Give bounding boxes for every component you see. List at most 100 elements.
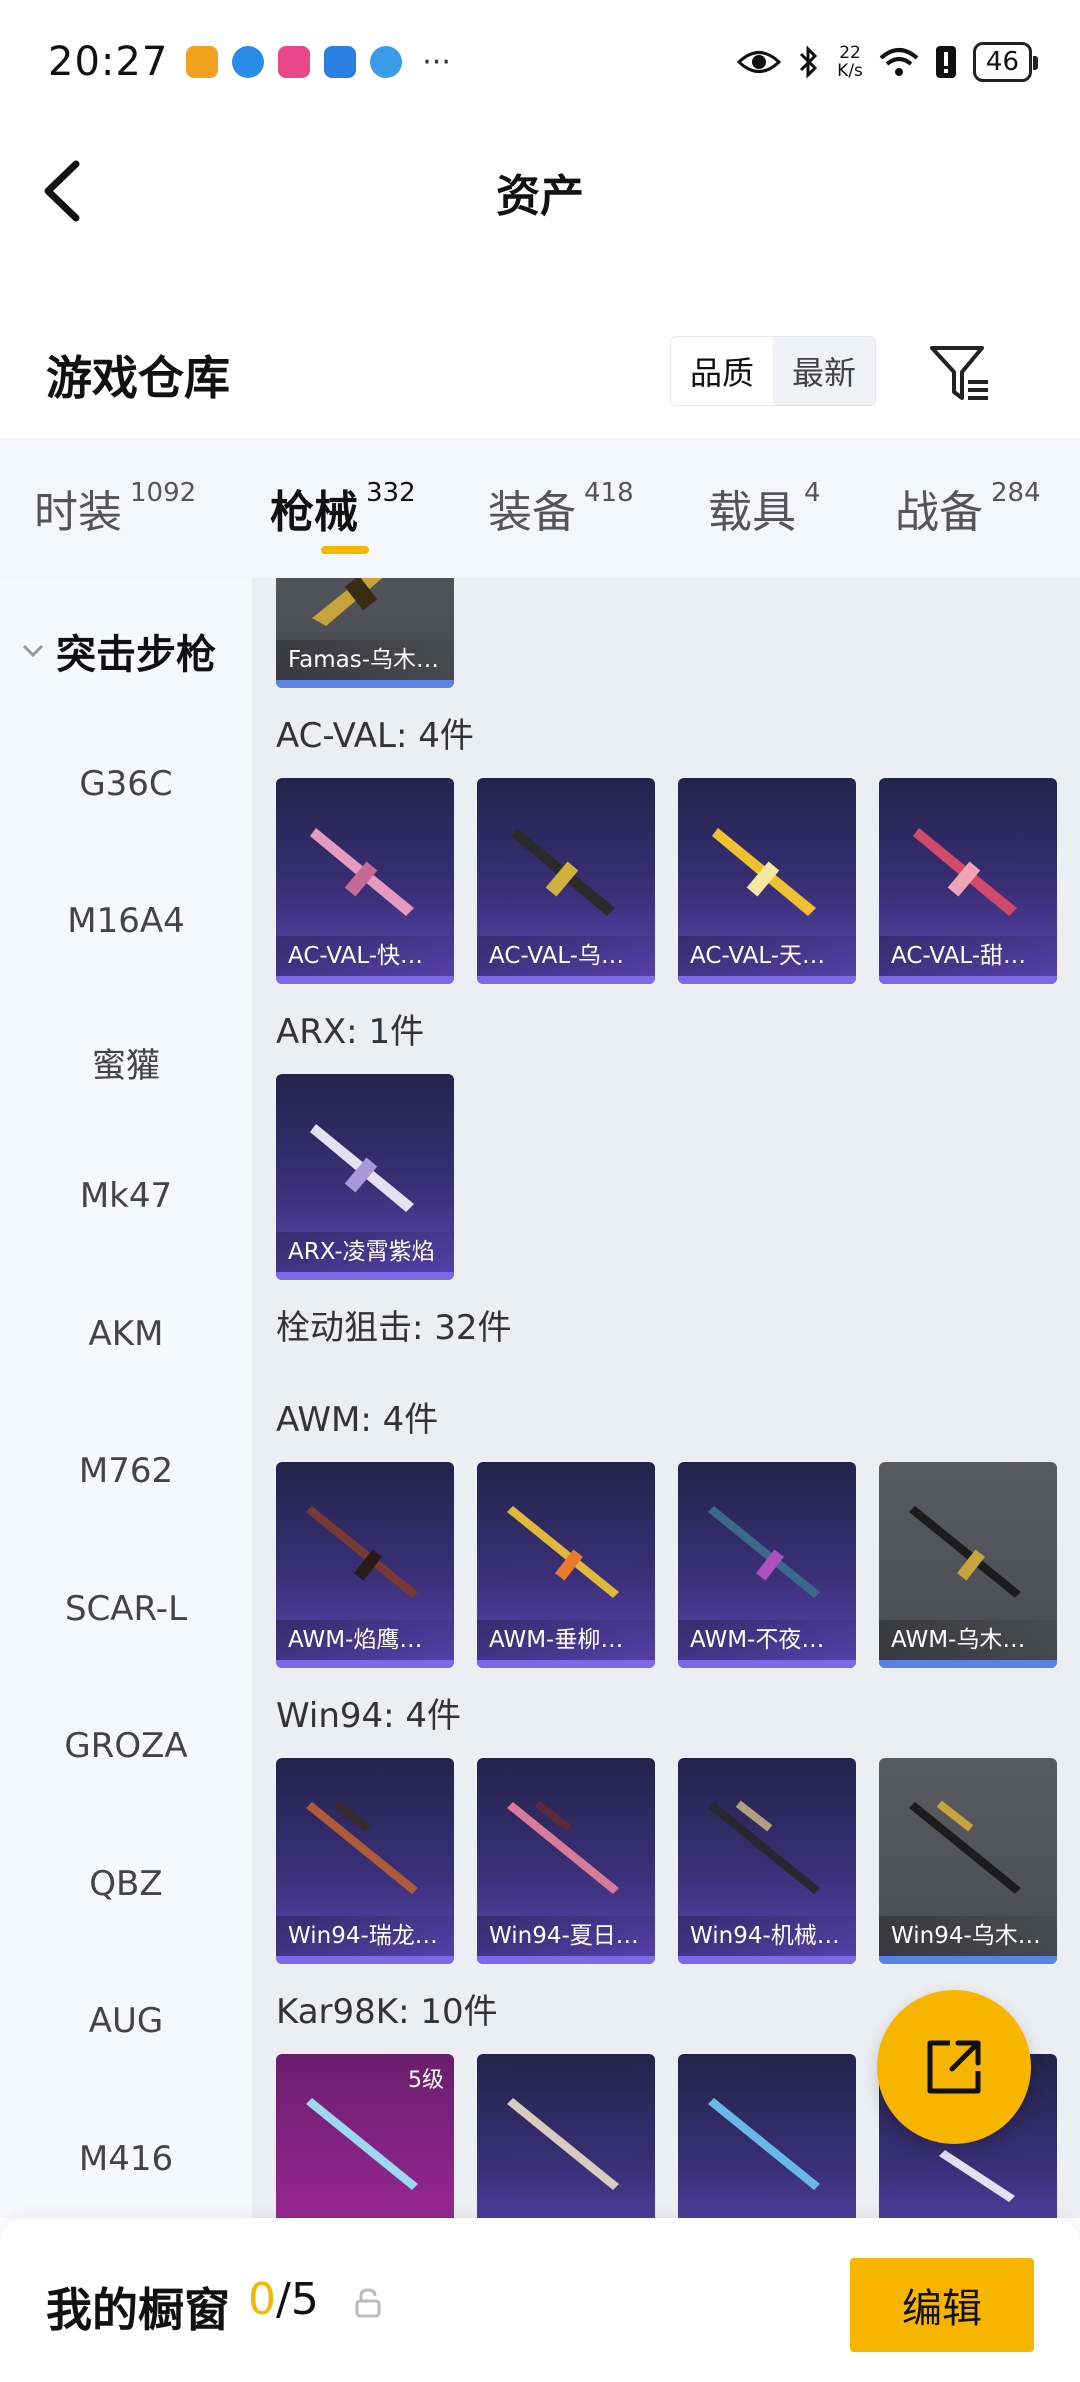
sidebar-item-m762[interactable]: M762 — [0, 1451, 252, 1491]
weapon-card[interactable]: Win94-瑞龙… — [276, 1758, 454, 1964]
group-label-bolt-action: 栓动狙击: 32件 — [276, 1308, 512, 1348]
weapon-card-name: AC-VAL-甜… — [879, 936, 1057, 976]
sidebar-item-qbz[interactable]: QBZ — [0, 1864, 252, 1904]
rifle-image — [708, 2098, 820, 2190]
tab-equipment[interactable]: 装备 418 — [488, 476, 634, 540]
weapon-card[interactable]: AC-VAL-天… — [678, 778, 856, 984]
sidebar-item-m416[interactable]: M416 — [0, 2139, 252, 2179]
sidebar-item-mk47[interactable]: Mk47 — [0, 1176, 252, 1216]
rifle-image — [507, 2098, 619, 2190]
rifle-image — [310, 828, 414, 916]
bluetooth-icon — [800, 45, 818, 79]
showcase-title: 我的橱窗 — [46, 2283, 230, 2337]
chevron-down-icon — [22, 644, 44, 658]
weapon-card[interactable] — [678, 2054, 856, 2218]
group-label-win94: Win94: 4件 — [276, 1696, 462, 1736]
weapon-card[interactable]: 5级 — [276, 2054, 454, 2218]
tab-vehicles[interactable]: 载具 4 — [708, 476, 821, 540]
status-bar: 20:27 ··· 22 K/s 46 — [0, 0, 1080, 124]
sidebar-item-m16a4[interactable]: M16A4 — [0, 901, 252, 941]
weapon-card[interactable]: ARX-凌霄紫焰 — [276, 1074, 454, 1280]
sort-newest-button[interactable]: 最新 — [773, 337, 875, 405]
weapon-card-name: Win94-机械… — [678, 1916, 856, 1956]
rifle-image — [306, 2098, 418, 2190]
weapon-card-name: Win94-乌木… — [879, 1916, 1057, 1956]
weapon-card-name: Famas-乌木… — [276, 640, 454, 680]
group-label-arx: ARX: 1件 — [276, 1012, 425, 1052]
showcase-bar: 我的橱窗 0/5 编辑 — [0, 2218, 1080, 2382]
alert-icon — [935, 46, 956, 78]
weapon-card-name: AWM-焰鹰… — [276, 1620, 454, 1660]
rifle-image — [712, 828, 816, 916]
tab-supplies[interactable]: 战备 284 — [895, 476, 1041, 540]
weapon-card-name: ARX-凌霄紫焰 — [276, 1232, 454, 1272]
rifle-image — [708, 1800, 820, 1894]
rifle-image — [306, 1800, 418, 1894]
sniper-image — [306, 1506, 418, 1598]
filter-icon[interactable] — [926, 340, 992, 406]
weapon-card[interactable]: AWM-焰鹰… — [276, 1462, 454, 1668]
sidebar-item-aug[interactable]: AUG — [0, 2001, 252, 2041]
weapon-card[interactable]: Win94-乌木… — [879, 1758, 1057, 1964]
lock-icon — [355, 2288, 381, 2318]
external-link-icon — [927, 2040, 981, 2094]
weapon-card-name: AC-VAL-快… — [276, 936, 454, 976]
sniper-image — [708, 1506, 820, 1598]
share-fab-button[interactable] — [877, 1990, 1031, 2144]
active-tab-indicator — [321, 546, 369, 554]
sidebar-item-scar-l[interactable]: SCAR-L — [0, 1589, 252, 1629]
sidebar-item-groza[interactable]: GROZA — [0, 1726, 252, 1766]
rifle-image — [312, 578, 383, 626]
tab-fashion[interactable]: 时装 1092 — [34, 476, 196, 540]
tab-guns[interactable]: 枪械 332 — [270, 476, 416, 540]
weapon-card[interactable]: Famas-乌木… — [276, 578, 454, 688]
group-label-ac-val: AC-VAL: 4件 — [276, 716, 474, 756]
weapon-card[interactable] — [477, 2054, 655, 2218]
weapon-card-name: Win94-夏日… — [477, 1916, 655, 1956]
notification-icons: ··· — [186, 45, 451, 80]
sort-quality-button[interactable]: 品质 — [671, 337, 773, 405]
showcase-count: 0/5 — [248, 2274, 319, 2325]
weapon-card[interactable]: AC-VAL-乌… — [477, 778, 655, 984]
weapon-card[interactable]: AWM-乌木… — [879, 1462, 1057, 1668]
page-title: 资产 — [496, 171, 584, 222]
weapon-card[interactable]: AC-VAL-快… — [276, 778, 454, 984]
sidebar-item-akm[interactable]: AKM — [0, 1314, 252, 1354]
more-notifications-icon: ··· — [422, 44, 451, 80]
browser-notification-icon — [232, 46, 265, 78]
sidebar-item-honey-badger[interactable]: 蜜獾 — [0, 1038, 252, 1087]
rifle-image — [909, 1800, 1021, 1894]
sidebar-item-g36c[interactable]: G36C — [0, 764, 252, 804]
weapon-type-sidebar: 突击步枪 G36C M16A4 蜜獾 Mk47 AKM M762 SCAR-L … — [0, 578, 252, 2218]
group-label-awm: AWM: 4件 — [276, 1400, 439, 1440]
sort-toggle: 品质 最新 — [670, 336, 876, 406]
weapon-card-name: Win94-瑞龙… — [276, 1916, 454, 1956]
sniper-image — [507, 1506, 619, 1598]
rifle-image — [511, 828, 615, 916]
weapon-card[interactable]: AC-VAL-甜… — [879, 778, 1057, 984]
network-speed: 22 K/s — [837, 43, 863, 81]
weapon-card[interactable]: AWM-不夜… — [678, 1462, 856, 1668]
warehouse-header: 游戏仓库 品质 最新 — [0, 320, 1080, 430]
nav-bar: 资产 — [0, 124, 1080, 254]
weapon-card[interactable]: Win94-机械… — [678, 1758, 856, 1964]
rifle-image — [310, 1124, 414, 1212]
sidebar-group-assault-rifles[interactable]: 突击步枪 — [18, 622, 216, 680]
wifi-icon — [879, 48, 919, 76]
weapon-card-name: AWM-乌木… — [879, 1620, 1057, 1660]
bluetooth-app-icon — [324, 46, 357, 78]
weapon-card[interactable]: AWM-垂柳… — [477, 1462, 655, 1668]
weapon-card-name: AC-VAL-乌… — [477, 936, 655, 976]
app-notification-icon — [186, 46, 219, 78]
category-tabs: 时装 1092 枪械 332 装备 418 载具 4 战备 284 — [0, 438, 1080, 578]
battery-indicator: 46 — [972, 42, 1039, 82]
edit-button[interactable]: 编辑 — [850, 2258, 1034, 2352]
group-label-kar98k: Kar98K: 10件 — [276, 1992, 498, 2032]
weapon-card-name: AWM-垂柳… — [477, 1620, 655, 1660]
eye-icon — [737, 51, 782, 73]
weapon-card[interactable]: Win94-夏日… — [477, 1758, 655, 1964]
sniper-image — [909, 1506, 1021, 1598]
status-time: 20:27 — [48, 39, 169, 85]
weapon-grid: Famas-乌木… AC-VAL: 4件 AC-VAL-快… AC-VAL-乌…… — [252, 578, 1080, 2218]
rifle-image — [507, 1800, 619, 1894]
